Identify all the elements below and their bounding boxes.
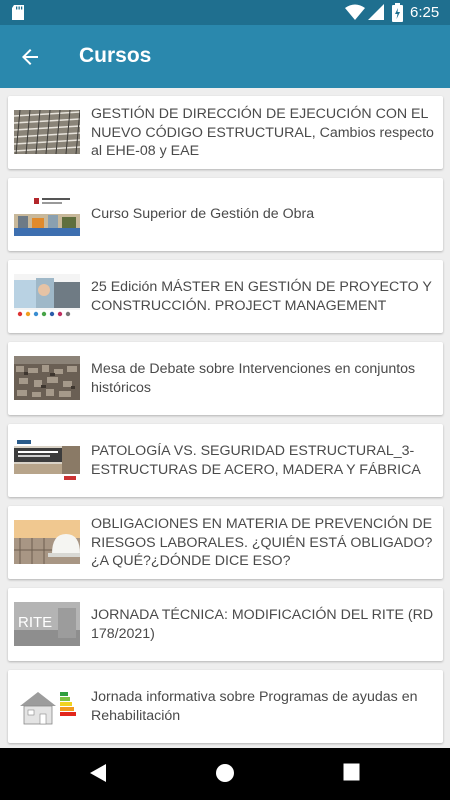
course-card[interactable]: Mesa de Debate sobre Intervenciones en c… [8, 342, 443, 415]
signal-icon [368, 4, 384, 20]
nav-home-icon[interactable] [215, 763, 235, 783]
course-thumbnail [14, 274, 80, 318]
course-card[interactable]: PATOLOGÍA VS. SEGURIDAD ESTRUCTURAL_3-ES… [8, 424, 443, 497]
course-thumbnail [14, 356, 80, 400]
course-thumbnail [14, 110, 80, 154]
course-title: OBLIGACIONES EN MATERIA DE PREVENCIÓN DE… [91, 516, 433, 569]
app-bar: Cursos [0, 25, 450, 88]
course-card[interactable]: GESTIÓN DE DIRECCIÓN DE EJECUCIÓN CON EL… [8, 96, 443, 169]
sd-card-icon [12, 5, 24, 20]
status-bar: 6:25 [0, 0, 450, 25]
page-title: Cursos [79, 44, 152, 67]
status-time: 6:25 [410, 4, 440, 21]
course-title: GESTIÓN DE DIRECCIÓN DE EJECUCIÓN CON EL… [91, 106, 434, 159]
wifi-icon [345, 4, 365, 20]
course-title: JORNADA TÉCNICA: MODIFICACIÓN DEL RITE (… [91, 607, 434, 642]
course-title: Mesa de Debate sobre Intervenciones en c… [91, 361, 416, 396]
navigation-bar [0, 748, 450, 800]
course-thumbnail [14, 438, 80, 482]
course-thumbnail [14, 684, 80, 728]
course-card[interactable]: 25 Edición MÁSTER EN GESTIÓN DE PROYECTO… [8, 260, 443, 333]
course-card[interactable]: Curso Superior de Gestión de Obra [8, 178, 443, 251]
nav-back-icon[interactable] [89, 763, 107, 783]
thumbnail-rite-text: RITE [18, 614, 52, 631]
course-title: 25 Edición MÁSTER EN GESTIÓN DE PROYECTO… [91, 279, 432, 314]
course-thumbnail: RITE [14, 602, 80, 646]
back-arrow-icon[interactable] [18, 45, 42, 69]
course-card[interactable]: RITE JORNADA TÉCNICA: MODIFICACIÓN DEL R… [8, 588, 443, 661]
course-title: PATOLOGÍA VS. SEGURIDAD ESTRUCTURAL_3-ES… [91, 443, 421, 478]
course-title: Curso Superior de Gestión de Obra [91, 206, 315, 222]
course-thumbnail [14, 192, 80, 236]
battery-charging-icon [392, 3, 403, 22]
course-title: Jornada informativa sobre Programas de a… [91, 689, 418, 724]
course-thumbnail [14, 520, 80, 564]
nav-recents-icon[interactable] [343, 763, 360, 781]
course-list: GESTIÓN DE DIRECCIÓN DE EJECUCIÓN CON EL… [0, 88, 450, 748]
course-card[interactable]: Jornada informativa sobre Programas de a… [8, 670, 443, 743]
course-card[interactable]: OBLIGACIONES EN MATERIA DE PREVENCIÓN DE… [8, 506, 443, 579]
